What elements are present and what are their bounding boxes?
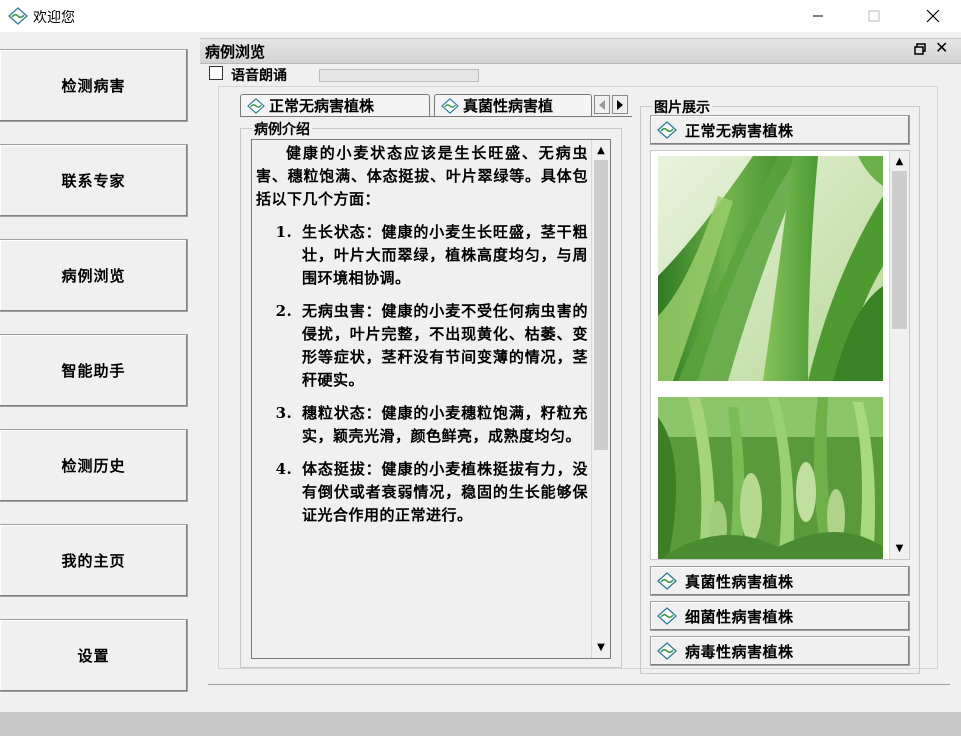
- close-button[interactable]: [910, 0, 956, 32]
- maximize-icon: [868, 10, 880, 22]
- divider: [208, 684, 950, 685]
- tab-baseline: [240, 116, 632, 117]
- scroll-up-icon[interactable]: ▲: [592, 142, 610, 159]
- tab-scroll-left-button[interactable]: [594, 95, 610, 114]
- gallery-scrollbar[interactable]: ▲ ▼: [889, 151, 909, 559]
- category-viral-button[interactable]: 病毒性病害植株: [650, 636, 910, 666]
- list-item: 生长状态：健康的小麦生长旺盛，茎干粗壮，叶片大而翠绿，植株高度均匀，与周围环境相…: [298, 221, 588, 290]
- plant-logo-icon: [657, 572, 677, 590]
- tab-fungal-plant[interactable]: 真菌性病害植: [434, 94, 592, 116]
- nav-smart-assistant-button[interactable]: 智能助手: [0, 334, 188, 407]
- scroll-thumb[interactable]: [892, 171, 907, 329]
- panel-title: 病例浏览: [205, 43, 266, 61]
- nav-case-browse-button[interactable]: 病例浏览: [0, 239, 188, 312]
- panel-header: [200, 38, 961, 64]
- app-logo-icon: [8, 7, 28, 25]
- category-label: 正常无病害植株: [685, 121, 794, 140]
- nav-detect-disease-button[interactable]: 检测病害: [0, 49, 188, 122]
- category-bacterial-button[interactable]: 细菌性病害植株: [650, 601, 910, 631]
- wheat-leaf-image: [658, 156, 883, 381]
- intro-legend: 病例介绍: [252, 119, 312, 139]
- gallery-legend: 图片展示: [652, 97, 712, 117]
- list-item: 无病虫害：健康的小麦不受任何病虫害的侵扰，叶片完整，不出现黄化、枯萎、变形等症状…: [298, 300, 588, 392]
- image-gallery[interactable]: ▲ ▼: [650, 150, 910, 560]
- window-title: 欢迎您: [33, 10, 75, 26]
- intro-list: 生长状态：健康的小麦生长旺盛，茎干粗壮，叶片大而翠绿，植株高度均匀，与周围环境相…: [256, 221, 588, 527]
- nav-contact-expert-button[interactable]: 联系专家: [0, 144, 188, 217]
- tts-progress-bar: [319, 69, 479, 82]
- intro-scrollbar[interactable]: ▲ ▼: [591, 140, 610, 658]
- scroll-thumb[interactable]: [594, 160, 608, 450]
- minimize-icon: [813, 15, 823, 17]
- category-label: 细菌性病害植株: [685, 607, 794, 626]
- tab-normal-plant[interactable]: 正常无病害植株: [240, 94, 430, 116]
- tab-label: 正常无病害植株: [269, 97, 375, 115]
- plant-logo-icon: [657, 642, 677, 660]
- chevron-right-icon: [617, 99, 623, 110]
- maximize-button[interactable]: [851, 0, 897, 32]
- nav-my-homepage-button[interactable]: 我的主页: [0, 524, 188, 597]
- chevron-left-icon: [599, 99, 605, 110]
- scroll-down-icon[interactable]: ▼: [890, 540, 909, 557]
- category-label: 病毒性病害植株: [685, 642, 794, 661]
- plant-logo-icon: [657, 607, 677, 625]
- category-label: 真菌性病害植株: [685, 572, 794, 591]
- panel-close-icon[interactable]: ✕: [935, 40, 951, 56]
- nav-detection-history-button[interactable]: 检测历史: [0, 429, 188, 502]
- tab-label: 真菌性病害植: [463, 97, 554, 115]
- tts-label: 语音朗诵: [231, 68, 287, 84]
- intro-text-area[interactable]: 健康的小麦状态应该是生长旺盛、无病虫害、穗粒饱满、体态挺拔、叶片翠绿等。具体包括…: [251, 139, 611, 659]
- wheat-field-image: [658, 397, 883, 559]
- intro-paragraph: 健康的小麦状态应该是生长旺盛、无病虫害、穗粒饱满、体态挺拔、叶片翠绿等。具体包括…: [256, 144, 588, 208]
- nav-settings-button[interactable]: 设置: [0, 619, 188, 692]
- status-bar: [0, 712, 961, 736]
- scroll-down-icon[interactable]: ▼: [592, 639, 610, 656]
- tts-checkbox[interactable]: [209, 66, 223, 80]
- plant-logo-icon: [657, 121, 677, 139]
- category-normal-button[interactable]: 正常无病害植株: [650, 115, 910, 145]
- list-item: 体态挺拔：健康的小麦植株挺拔有力，没有倒伏或者衰弱情况，稳固的生长能够保证光合作…: [298, 458, 588, 527]
- plant-logo-icon: [441, 97, 459, 114]
- minimize-button[interactable]: [795, 0, 841, 32]
- plant-logo-icon: [247, 97, 265, 114]
- tab-scroll-right-button[interactable]: [612, 95, 628, 114]
- list-item: 穗粒状态：健康的小麦穗粒饱满，籽粒充实，颖壳光滑，颜色鲜亮，成熟度均匀。: [298, 402, 588, 448]
- restore-icon[interactable]: [913, 42, 927, 56]
- scroll-up-icon[interactable]: ▲: [890, 153, 909, 170]
- category-fungal-button[interactable]: 真菌性病害植株: [650, 566, 910, 596]
- close-icon: [926, 9, 940, 23]
